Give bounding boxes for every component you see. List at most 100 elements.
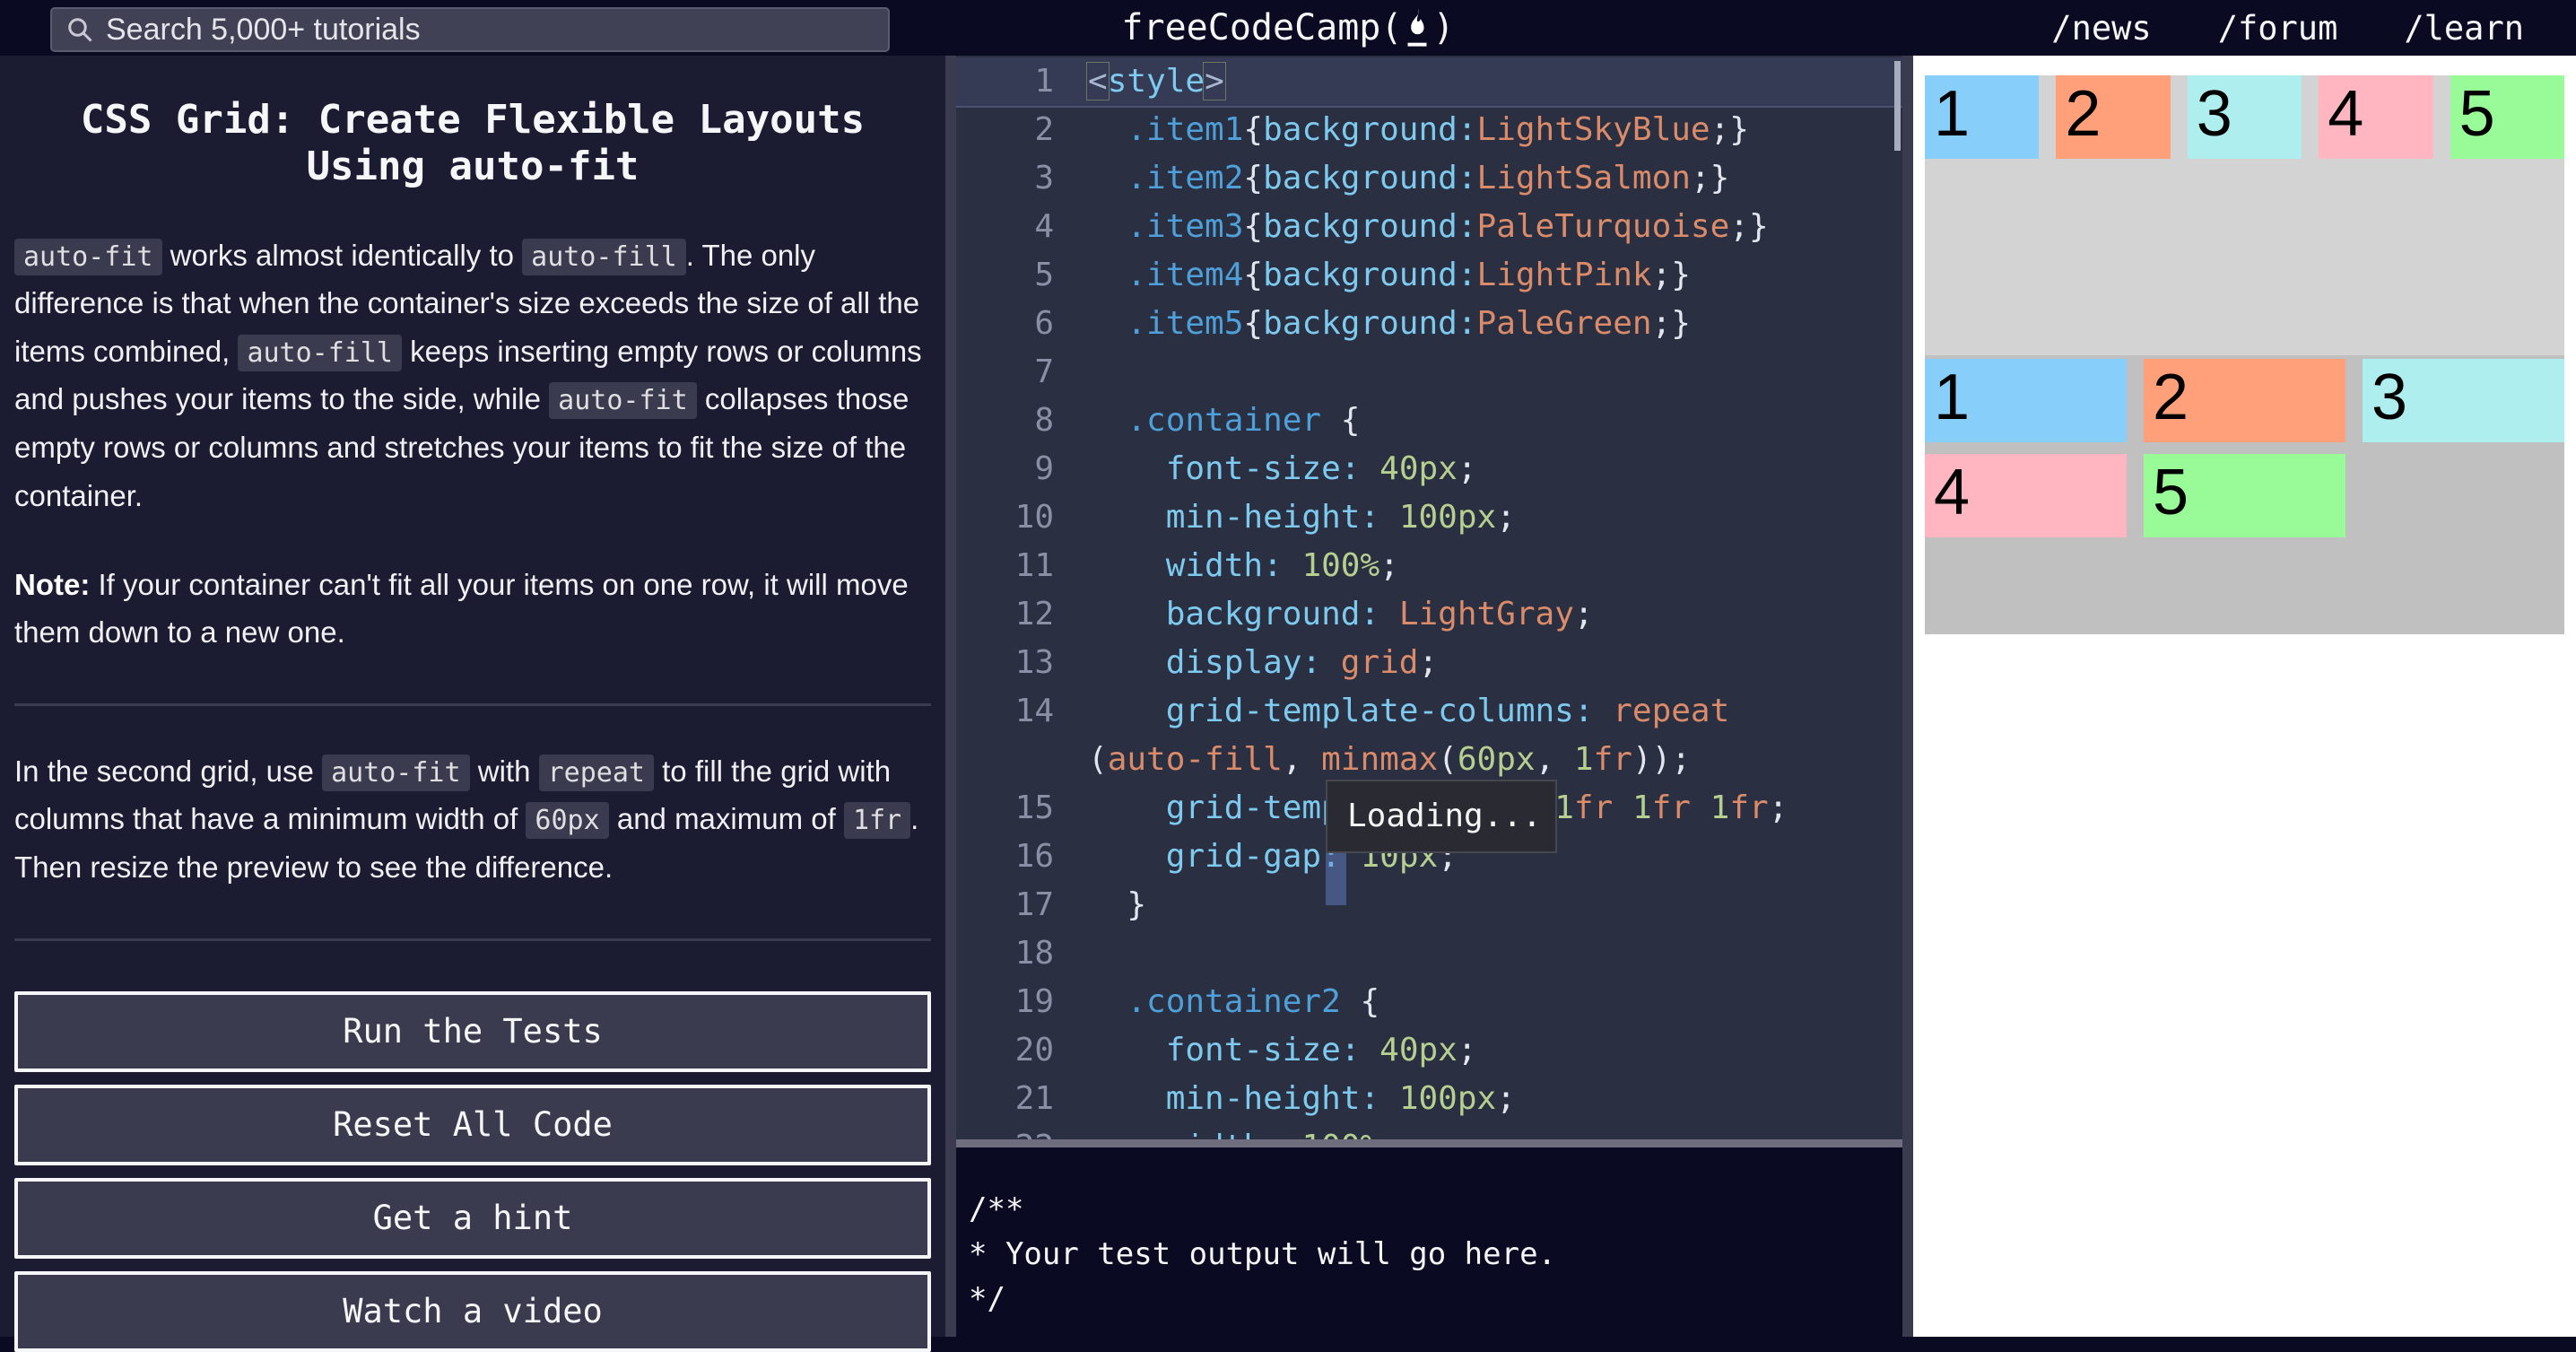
code-line[interactable]: 7	[956, 348, 1902, 397]
preview-grid1: 12345	[1925, 75, 2564, 159]
logo-text-right: )	[1432, 7, 1454, 48]
code-line[interactable]: 14 grid-template-columns: repeat	[956, 687, 1902, 736]
editor-scrollbar[interactable]	[1894, 61, 1901, 151]
get-a-hint-button[interactable]: Get a hint	[14, 1178, 931, 1259]
inline-code: repeat	[539, 755, 654, 791]
code-text: .item1{background:LightSkyBlue;}	[1054, 106, 1749, 154]
code-text: .item4{background:LightPink;}	[1054, 251, 1691, 300]
line-number: 10	[956, 493, 1054, 542]
line-number: 19	[956, 978, 1054, 1026]
code-line[interactable]: 17 }	[956, 881, 1902, 929]
divider	[14, 703, 931, 706]
code-line[interactable]: (auto-fill, minmax(60px, 1fr));	[956, 736, 1902, 784]
run-the-tests-button[interactable]: Run the Tests	[14, 991, 931, 1072]
code-editor[interactable]: 1<style>2 .item1{background:LightSkyBlue…	[956, 56, 1902, 1139]
inline-code: auto-fill	[238, 335, 402, 371]
lesson-description: auto-fit works almost identically to aut…	[14, 231, 931, 519]
code-line[interactable]: 8 .container {	[956, 397, 1902, 445]
grid-item-3: 3	[2188, 75, 2302, 159]
code-line[interactable]: 4 .item3{background:PaleTurquoise;}	[956, 203, 1902, 251]
code-line[interactable]: 2 .item1{background:LightSkyBlue;}	[956, 106, 1902, 154]
loading-tooltip: Loading...	[1326, 780, 1557, 853]
top-nav: Search 5,000+ tutorials freeCodeCamp( ) …	[0, 0, 2576, 56]
line-number	[956, 736, 1054, 784]
action-buttons: Run the Tests Reset All Code Get a hint Wat…	[14, 991, 931, 1352]
code-line[interactable]: 20 font-size: 40px;	[956, 1026, 1902, 1075]
preview-pane: 12345 12345	[1913, 56, 2576, 1337]
nav-links: /news/forum/learn	[2051, 0, 2524, 56]
reset-all-code-button[interactable]: Reset All Code	[14, 1085, 931, 1165]
grid-item-4: 4	[2319, 75, 2432, 159]
logo-text-left: freeCodeCamp(	[1121, 7, 1402, 48]
line-number: 1	[956, 57, 1054, 106]
watch-a-video-button[interactable]: Watch a video	[14, 1271, 931, 1352]
code-line[interactable]: 6 .item5{background:PaleGreen;}	[956, 300, 1902, 348]
code-line[interactable]: 12 background: LightGray;	[956, 590, 1902, 639]
code-line[interactable]: 5 .item4{background:LightPink;}	[956, 251, 1902, 300]
line-number: 20	[956, 1026, 1054, 1075]
flame-icon	[1404, 9, 1431, 47]
code-text: min-height: 100px;	[1054, 1075, 1516, 1123]
line-number: 18	[956, 929, 1054, 978]
line-number: 8	[956, 397, 1054, 445]
line-number: 22	[956, 1123, 1054, 1139]
code-rows: 1<style>2 .item1{background:LightSkyBlue…	[956, 57, 1902, 1139]
preview-container1: 12345	[1925, 75, 2564, 355]
line-number: 6	[956, 300, 1054, 348]
nav-link-learn[interactable]: /learn	[2404, 9, 2524, 48]
code-text: .container {	[1054, 397, 1360, 445]
output-splitter[interactable]	[956, 1139, 1902, 1147]
preview-grid2: 12345	[1925, 355, 2564, 537]
code-text: .container2 {	[1054, 978, 1379, 1026]
grid-item-1: 1	[1925, 359, 2127, 442]
code-line[interactable]: 22 width: 100%;	[956, 1123, 1902, 1139]
right-splitter[interactable]	[1902, 56, 1913, 1337]
inline-code: 60px	[526, 802, 608, 839]
nav-link-news[interactable]: /news	[2051, 9, 2151, 48]
note-label: Note:	[14, 568, 90, 601]
code-line[interactable]: 19 .container2 {	[956, 978, 1902, 1026]
code-text: font-size: 40px;	[1054, 1026, 1477, 1075]
code-text: (auto-fill, minmax(60px, 1fr));	[1054, 736, 1691, 784]
code-line[interactable]: 18	[956, 929, 1902, 978]
code-line[interactable]: 3 .item2{background:LightSalmon;}	[956, 154, 1902, 203]
line-number: 16	[956, 833, 1054, 881]
line-number: 17	[956, 881, 1054, 929]
code-line[interactable]: 10 min-height: 100px;	[956, 493, 1902, 542]
line-number: 21	[956, 1075, 1054, 1123]
preview-container2: 12345	[1925, 355, 2564, 634]
code-text: background: LightGray;	[1054, 590, 1594, 639]
line-number: 15	[956, 784, 1054, 833]
code-text: display: grid;	[1054, 639, 1438, 687]
line-number: 3	[956, 154, 1054, 203]
code-text: }	[1054, 881, 1146, 929]
lesson-note: Note: If your container can't fit all yo…	[14, 561, 931, 657]
code-text: font-size: 40px;	[1054, 445, 1477, 493]
left-splitter[interactable]	[945, 56, 956, 1337]
line-number: 7	[956, 348, 1054, 397]
code-text	[1054, 348, 1088, 397]
inline-code: auto-fit	[549, 382, 697, 419]
code-text: width: 100%;	[1054, 1123, 1399, 1139]
code-line[interactable]: 1<style>	[956, 57, 1902, 106]
lesson-panel: CSS Grid: Create Flexible Layouts Using …	[0, 56, 945, 1337]
code-line[interactable]: 9 font-size: 40px;	[956, 445, 1902, 493]
line-number: 12	[956, 590, 1054, 639]
line-number: 13	[956, 639, 1054, 687]
inline-code: 1fr	[844, 802, 910, 839]
nav-link-forum[interactable]: /forum	[2218, 9, 2338, 48]
code-text: .item3{background:PaleTurquoise;}	[1054, 203, 1769, 251]
grid-item-2: 2	[2056, 75, 2170, 159]
inline-code: auto-fit	[14, 239, 162, 275]
grid-item-5: 5	[2450, 75, 2564, 159]
line-number: 5	[956, 251, 1054, 300]
grid-item-4: 4	[1925, 454, 2127, 537]
code-line[interactable]: 13 display: grid;	[956, 639, 1902, 687]
grid-item-3: 3	[2363, 359, 2564, 442]
code-line[interactable]: 21 min-height: 100px;	[956, 1075, 1902, 1123]
code-text: width: 100%;	[1054, 542, 1399, 590]
test-output-panel: /** * Your test output will go here. */	[956, 1147, 1902, 1337]
line-number: 2	[956, 106, 1054, 154]
code-line[interactable]: 11 width: 100%;	[956, 542, 1902, 590]
line-number: 4	[956, 203, 1054, 251]
